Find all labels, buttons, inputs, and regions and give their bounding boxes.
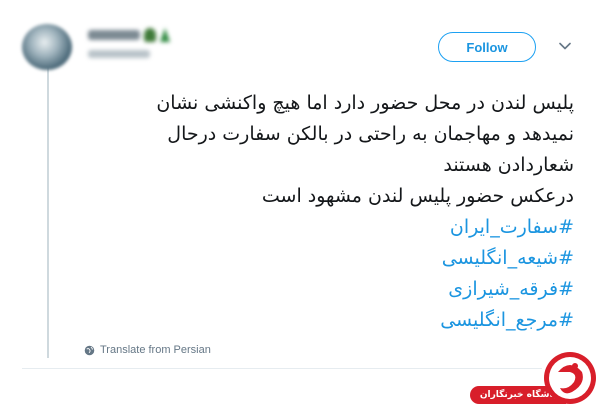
author-name-blurred[interactable] <box>88 26 188 44</box>
author-handle-blurred[interactable] <box>88 50 150 58</box>
chevron-down-icon[interactable] <box>555 36 575 56</box>
tweet-text-line: شعاردادن هستند <box>443 154 574 176</box>
author-block[interactable] <box>88 26 198 66</box>
divider <box>22 368 542 369</box>
tweet-text: پلیس لندن در محل حضور دارد اما هیچ واکنش… <box>82 88 574 336</box>
tweet-card: Follow پلیس لندن در محل حضور دارد اما هی… <box>0 0 600 408</box>
hashtag-link[interactable]: #سفارت_ایران <box>82 212 574 243</box>
watermark: باشگاه خبرنگاران <box>470 340 600 408</box>
tweet-text-line: درعکس حضور پلیس لندن مشهود است <box>261 185 574 207</box>
translate-link[interactable]: Translate from Persian <box>84 344 211 356</box>
hashtag-link[interactable]: #شیعه_انگلیسی <box>82 243 574 274</box>
translate-label[interactable]: Translate from Persian <box>100 344 211 356</box>
tweet-text-line: نمیدهد و مهاجمان به راحتی در بالکن سفارت… <box>167 123 574 145</box>
globe-icon <box>84 345 95 355</box>
follow-button[interactable]: Follow <box>438 32 536 62</box>
tweet-text-line: پلیس لندن در محل حضور دارد اما هیچ واکنش… <box>156 92 574 114</box>
thread-line <box>47 66 49 358</box>
news-agency-logo <box>544 352 596 404</box>
hashtag-link[interactable]: #فرقه_شیرازی <box>82 274 574 305</box>
avatar[interactable] <box>22 24 72 70</box>
hashtag-link[interactable]: #مرجع_انگلیسی <box>82 305 574 336</box>
